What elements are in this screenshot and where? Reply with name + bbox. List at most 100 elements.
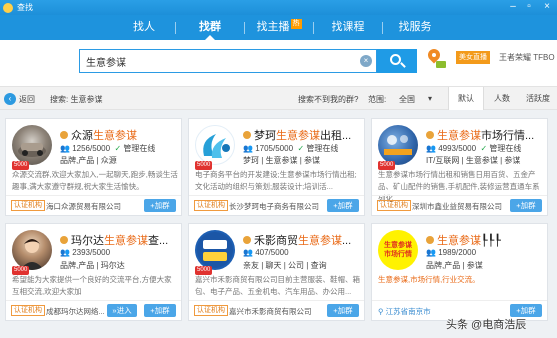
range-label: 范围:: [368, 95, 387, 104]
group-tags: 品牌,产品 | 众源: [60, 156, 117, 165]
location-text: ⚲ 江苏省南京市: [378, 307, 431, 316]
cert-badge: 认证机构: [11, 305, 45, 316]
chevron-down-icon[interactable]: ▾: [428, 94, 432, 103]
online-check-icon: ✓: [480, 144, 488, 153]
group-card[interactable]: 5000 梦珂生意参谋出租... 👥 1705/5000 ✓ 管理在线 梦珂 |…: [188, 118, 365, 216]
group-card[interactable]: 5000 生意参谋市场行情... 👥 4993/5000 ✓ 管理在线 IT/互…: [371, 118, 548, 216]
tab-find-streamers[interactable]: 找主播热: [245, 15, 313, 40]
minimize-icon[interactable]: –: [505, 0, 521, 15]
back-link[interactable]: 返回: [19, 94, 35, 105]
sort-tab-members[interactable]: 人数: [484, 87, 520, 110]
members-icon: 👥: [426, 144, 436, 153]
tab-find-people[interactable]: 找人: [113, 15, 175, 40]
tab-find-groups[interactable]: 找群: [176, 15, 244, 40]
medal-icon: [243, 131, 251, 139]
location-badge-icon: [436, 61, 446, 68]
card-footer: 认证机构 成都玛尔达网络... »进入 +加群: [6, 300, 181, 320]
group-stats: 👥 1256/5000 ✓ 管理在线: [60, 144, 156, 153]
cert-badge: 认证机构: [377, 200, 411, 211]
group-avatar: 生意参谋 市场行情: [378, 230, 418, 270]
range-select[interactable]: 全国: [399, 94, 415, 105]
watermark: 头条 @电商浩辰: [446, 319, 527, 331]
group-avatar: [195, 125, 235, 165]
join-group-button[interactable]: +加群: [144, 304, 176, 317]
members-icon: 👥: [60, 144, 70, 153]
join-group-button[interactable]: +加群: [327, 199, 359, 212]
join-group-button[interactable]: +加群: [510, 199, 542, 212]
company-name: 海口众源贸易有限公司: [46, 202, 121, 211]
search-box: ×: [79, 49, 377, 73]
group-avatar: [12, 125, 52, 165]
sort-tab-activity[interactable]: 活跃度: [520, 87, 556, 110]
group-name[interactable]: 玛尔达生意参谋查...: [60, 232, 178, 248]
group-stats: 👥 4993/5000 ✓ 管理在线: [426, 144, 522, 153]
maximize-icon[interactable]: ▫: [521, 0, 537, 15]
company-name: 嘉兴市禾影商贸有限公司: [229, 307, 312, 316]
cert-badge: 认证机构: [194, 305, 228, 316]
group-name[interactable]: 禾影商贸生意参谋...: [243, 232, 361, 248]
nav-bar: 找人 找群 找主播热 找课程 找服务: [0, 15, 557, 40]
group-tags: 梦珂 | 生意参谋 | 参谋: [243, 156, 321, 165]
window-title: 查找: [17, 3, 33, 12]
company-name: 深圳市鑫业益贸易有限公司: [412, 202, 502, 211]
group-card[interactable]: 5000 禾影商贸生意参谋... 👥 407/5000 亲友 | 聊天 | 公司…: [188, 223, 365, 321]
company-name: 成都玛尔达网络...: [46, 307, 105, 316]
members-icon: 👥: [426, 248, 436, 257]
live-badge[interactable]: 美女直播: [456, 51, 490, 64]
company-name: 长沙梦珂电子商务有限公司: [229, 202, 319, 211]
card-footer: 认证机构 长沙梦珂电子商务有限公司 +加群: [189, 195, 364, 215]
location-pin-icon: ⚲: [378, 307, 384, 316]
hot-badge: 热: [290, 19, 302, 29]
medal-icon: [60, 131, 68, 139]
hot-search-text[interactable]: 王者荣耀 TFBO: [499, 52, 555, 63]
members-icon: 👥: [243, 248, 253, 257]
group-avatar: [195, 230, 235, 270]
group-name[interactable]: 生意参谋┞┞┞: [426, 232, 544, 248]
join-group-button[interactable]: +加群: [144, 199, 176, 212]
group-avatar: [12, 230, 52, 270]
close-icon[interactable]: ×: [539, 0, 555, 15]
group-name[interactable]: 生意参谋市场行情...: [426, 127, 544, 143]
avatar-text: 生意参谋 市场行情: [384, 242, 412, 258]
members-icon: 👥: [60, 248, 70, 257]
group-tags: IT/互联网 | 生意参谋 | 参谋: [426, 156, 521, 165]
not-found-link[interactable]: 搜索不到我的群?: [298, 94, 358, 105]
sort-tab-default[interactable]: 默认: [448, 87, 484, 110]
search-area: × 美女直播 王者荣耀 TFBO: [0, 40, 557, 86]
search-button[interactable]: [377, 49, 417, 73]
enter-group-button[interactable]: »进入: [107, 304, 137, 317]
card-footer: 认证机构 嘉兴市禾影商贸有限公司 +加群: [189, 300, 364, 320]
title-bar: 查找 – ▫ ×: [0, 0, 557, 15]
group-stats: 👥 2393/5000: [60, 248, 111, 257]
online-check-icon: ✓: [297, 144, 305, 153]
medal-icon: [426, 131, 434, 139]
search-summary: 搜索: 生意参谋: [50, 95, 103, 104]
back-arrow-icon[interactable]: ‹: [4, 93, 16, 105]
group-tags: 品牌,产品 | 玛尔达: [60, 261, 125, 270]
online-check-icon: ✓: [114, 144, 122, 153]
group-stats: 👥 1989/2000: [426, 248, 477, 257]
group-card[interactable]: 5000 玛尔达生意参谋查... 👥 2393/5000 品牌,产品 | 玛尔达…: [5, 223, 182, 321]
group-card[interactable]: 5000 众源生意参谋 👥 1256/5000 ✓ 管理在线 品牌,产品 | 众…: [5, 118, 182, 216]
members-icon: 👥: [243, 144, 253, 153]
group-stats: 👥 407/5000: [243, 248, 289, 257]
group-name[interactable]: 众源生意参谋: [60, 127, 178, 143]
cert-badge: 认证机构: [11, 200, 45, 211]
card-footer: 认证机构 海口众源贸易有限公司 +加群: [6, 195, 181, 215]
group-avatar: [378, 125, 418, 165]
join-group-button[interactable]: +加群: [327, 304, 359, 317]
medal-icon: [243, 236, 251, 244]
group-stats: 👥 1705/5000 ✓ 管理在线: [243, 144, 339, 153]
group-tags: 品牌,产品 | 参谋: [426, 261, 483, 270]
card-footer: 认证机构 深圳市鑫业益贸易有限公司 +加群: [372, 195, 547, 215]
app-logo-icon: [3, 2, 13, 13]
group-tags: 亲友 | 聊天 | 公司 | 查询: [243, 261, 327, 270]
group-name[interactable]: 梦珂生意参谋出租...: [243, 127, 361, 143]
tab-find-services[interactable]: 找服务: [383, 15, 447, 40]
group-card[interactable]: 生意参谋 市场行情 生意参谋┞┞┞ 👥 1989/2000 品牌,产品 | 参谋…: [371, 223, 548, 321]
clear-icon[interactable]: ×: [360, 55, 372, 67]
search-input[interactable]: [80, 50, 350, 72]
tab-find-courses[interactable]: 找课程: [314, 15, 382, 40]
medal-icon: [426, 236, 434, 244]
cert-badge: 认证机构: [194, 200, 228, 211]
